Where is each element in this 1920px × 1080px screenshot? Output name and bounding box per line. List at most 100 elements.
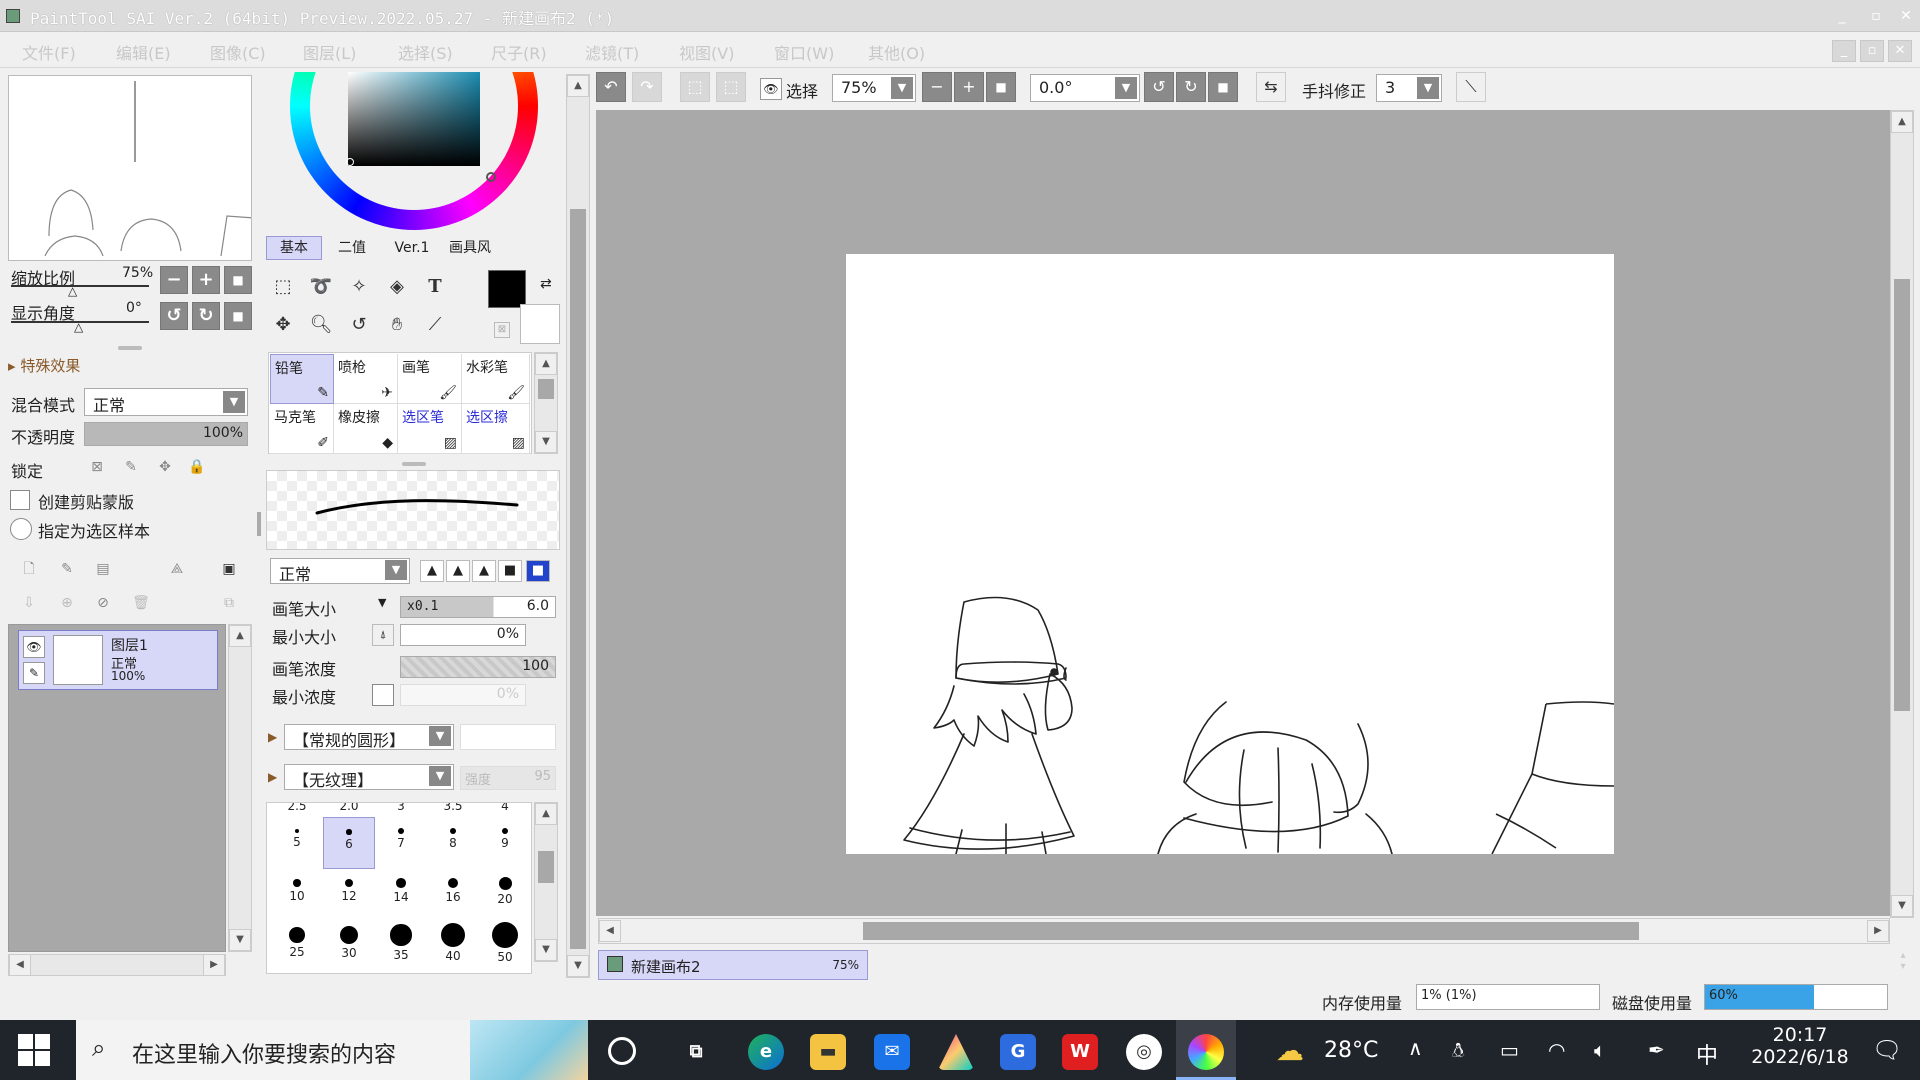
battery-icon[interactable]: ▭ — [1500, 1038, 1519, 1062]
canvas-vscroll[interactable]: ▲ ▼ — [1890, 110, 1914, 918]
scroll-left-button[interactable]: ◀ — [599, 920, 621, 942]
canvas-zoom-select[interactable]: 75% ▼ — [832, 74, 916, 102]
pressure-size-icon[interactable]: ⍋ — [372, 624, 394, 646]
drawing-canvas[interactable] — [846, 254, 1615, 855]
menu-filter[interactable]: 滤镜(T) — [585, 40, 639, 64]
rotate-icon[interactable]: ↺ — [344, 310, 374, 340]
merge-down-icon[interactable]: ⊕ — [56, 592, 78, 614]
shape-expander[interactable]: ▶ — [268, 730, 277, 744]
lock-paint-icon[interactable]: ✎ — [120, 456, 142, 478]
size-preset-scrollbar[interactable]: ▲ ▼ — [534, 802, 558, 962]
scroll-left-button[interactable]: ◀ — [9, 954, 31, 976]
tool-panel-scrollbar[interactable]: ▲ ▼ — [566, 74, 590, 978]
navigator-preview[interactable] — [8, 75, 256, 261]
redo-button[interactable]: ↷ — [632, 72, 662, 102]
zoom-slider[interactable] — [11, 285, 149, 287]
density-slider[interactable]: 100 — [400, 656, 556, 678]
volume-icon[interactable]: 🔈︎ — [1594, 1038, 1606, 1062]
menu-edit[interactable]: 编辑(E) — [116, 40, 171, 64]
size-preset-8[interactable]: 8 — [427, 817, 479, 869]
windows-start-icon[interactable] — [18, 1034, 50, 1066]
panel-resize-handle[interactable] — [402, 462, 426, 466]
close-button[interactable]: ✕ — [1894, 6, 1918, 26]
ime-indicator[interactable]: 中 — [1696, 1038, 1718, 1070]
menu-other[interactable]: 其他(O) — [868, 40, 925, 64]
eye-icon[interactable]: 👁 — [760, 78, 782, 100]
maximize-button[interactable]: ▫ — [1864, 6, 1888, 26]
new-linework-layer-icon[interactable]: ✎ — [56, 558, 78, 580]
line-straighten-button[interactable]: ⟍ — [1456, 72, 1486, 102]
brush-airbrush[interactable]: 喷枪 ✈ — [334, 354, 398, 404]
menu-image[interactable]: 图像(C) — [210, 40, 266, 64]
edge-icon[interactable]: e — [748, 1034, 784, 1070]
wps-icon[interactable]: W — [1062, 1034, 1098, 1070]
layer-row[interactable]: 👁 ✎ 图层1 正常 100% — [18, 630, 218, 690]
size-preset-grid[interactable]: 2.5 2.0 3 3.5 4 5 6 7 8 9 10 12 14 16 20 25 30 35 40 50 — [266, 802, 532, 974]
eye-icon[interactable]: 👁 — [23, 636, 45, 658]
qq-icon[interactable]: 🐧︎ — [1452, 1038, 1464, 1065]
brush-texture-select[interactable]: 【无纹理】 ▼ — [284, 764, 454, 790]
gbox-icon[interactable]: G — [1000, 1034, 1036, 1070]
effects-expander[interactable]: ▸ 特殊效果 — [8, 355, 80, 376]
canvas-rotate-right-button[interactable]: ↻ — [1176, 72, 1206, 102]
min-density-checkbox[interactable] — [372, 684, 394, 706]
scroll-down-button[interactable]: ▼ — [535, 939, 557, 961]
rotate-right-button[interactable]: ↻ — [192, 302, 220, 330]
scroll-down-button[interactable]: ▼ — [229, 929, 251, 951]
clear-layer-icon[interactable]: ⊘ — [92, 592, 114, 614]
scroll-up-button[interactable]: ▲ — [535, 353, 557, 375]
weather-temp[interactable]: 28°C — [1324, 1038, 1378, 1063]
menu-ruler[interactable]: 尺子(R) — [491, 40, 547, 64]
size-preset-20[interactable]: 20 — [479, 869, 531, 921]
flip-horizontal-button[interactable]: ⇆ — [1256, 72, 1286, 102]
undo-button[interactable]: ↶ — [596, 72, 626, 102]
size-preset-50[interactable]: 50 — [479, 921, 531, 973]
panel-collapse-icon[interactable]: ▴ ▾ — [1892, 950, 1914, 978]
document-tab[interactable]: 新建画布2 75% — [598, 950, 868, 980]
rotate-reset-button[interactable]: ■ — [224, 302, 252, 330]
zoom-out-button[interactable]: − — [160, 266, 188, 294]
menu-layer[interactable]: 图层(L) — [303, 40, 356, 64]
color-wheel[interactable] — [264, 72, 562, 232]
brush-eraser[interactable]: 橡皮擦 ◆ — [334, 404, 398, 454]
scroll-down-button[interactable]: ▼ — [535, 431, 557, 453]
lasso-icon[interactable]: ➰ — [306, 272, 336, 302]
menu-window[interactable]: 窗口(W) — [774, 40, 834, 64]
scroll-up-button[interactable]: ▲ — [535, 803, 557, 825]
zoom-in-button[interactable]: + — [192, 266, 220, 294]
text-icon[interactable]: T — [420, 272, 450, 302]
canvas-zoom-reset-button[interactable]: ■ — [986, 72, 1016, 102]
mdi-minimize-button[interactable]: _ — [1832, 40, 1856, 62]
move-icon[interactable]: ✥ — [268, 310, 298, 340]
scroll-down-button[interactable]: ▼ — [567, 955, 589, 977]
eyedropper-icon[interactable]: ⟋ — [420, 310, 450, 340]
scroll-thumb[interactable] — [863, 922, 1639, 940]
menu-file[interactable]: 文件(F) — [22, 40, 76, 64]
tip-shape-4[interactable]: ■ — [498, 560, 522, 582]
mdi-restore-button[interactable]: ▫ — [1860, 40, 1884, 62]
scroll-right-button[interactable]: ▶ — [203, 954, 225, 976]
size-preset-25[interactable]: 25 — [271, 921, 323, 973]
transparent-color-icon[interactable]: ⊠ — [494, 322, 510, 338]
canvas-hscroll[interactable]: ◀ ▶ — [598, 918, 1890, 944]
layer-mask-icon[interactable]: ▣ — [218, 558, 240, 580]
swap-colors-icon[interactable]: ⇄ — [540, 276, 552, 292]
tab-ver1[interactable]: Ver.1 — [384, 236, 440, 260]
size-preset-10[interactable]: 10 — [271, 869, 323, 921]
stabilizer-select[interactable]: 3 ▼ — [1376, 74, 1442, 102]
texture-strength-slider[interactable]: 强度 95 — [460, 766, 556, 790]
left-panel-splitter[interactable] — [257, 512, 261, 536]
brush-grid-scrollbar[interactable]: ▲ ▼ — [534, 352, 558, 454]
rotate-left-button[interactable]: ↺ — [160, 302, 188, 330]
pen-icon[interactable]: ✒ — [1648, 1038, 1665, 1062]
brush-size-slider[interactable]: x0.1 6.0 — [400, 596, 556, 618]
scroll-down-button[interactable]: ▼ — [1891, 895, 1913, 917]
weather-icon[interactable]: ☁ — [1276, 1034, 1304, 1067]
brush-brush[interactable]: 画笔 🖌︎ — [398, 354, 462, 404]
size-preset-16[interactable]: 16 — [427, 869, 479, 921]
zoom-icon[interactable]: 🔍︎ — [306, 310, 336, 340]
tip-shape-3[interactable]: ▲ — [472, 560, 496, 582]
canvas-rotate-reset-button[interactable]: ■ — [1208, 72, 1238, 102]
scroll-up-button[interactable]: ▲ — [229, 625, 251, 647]
taskbar-search[interactable]: ⌕ 在这里输入你要搜索的内容 — [76, 1020, 588, 1080]
